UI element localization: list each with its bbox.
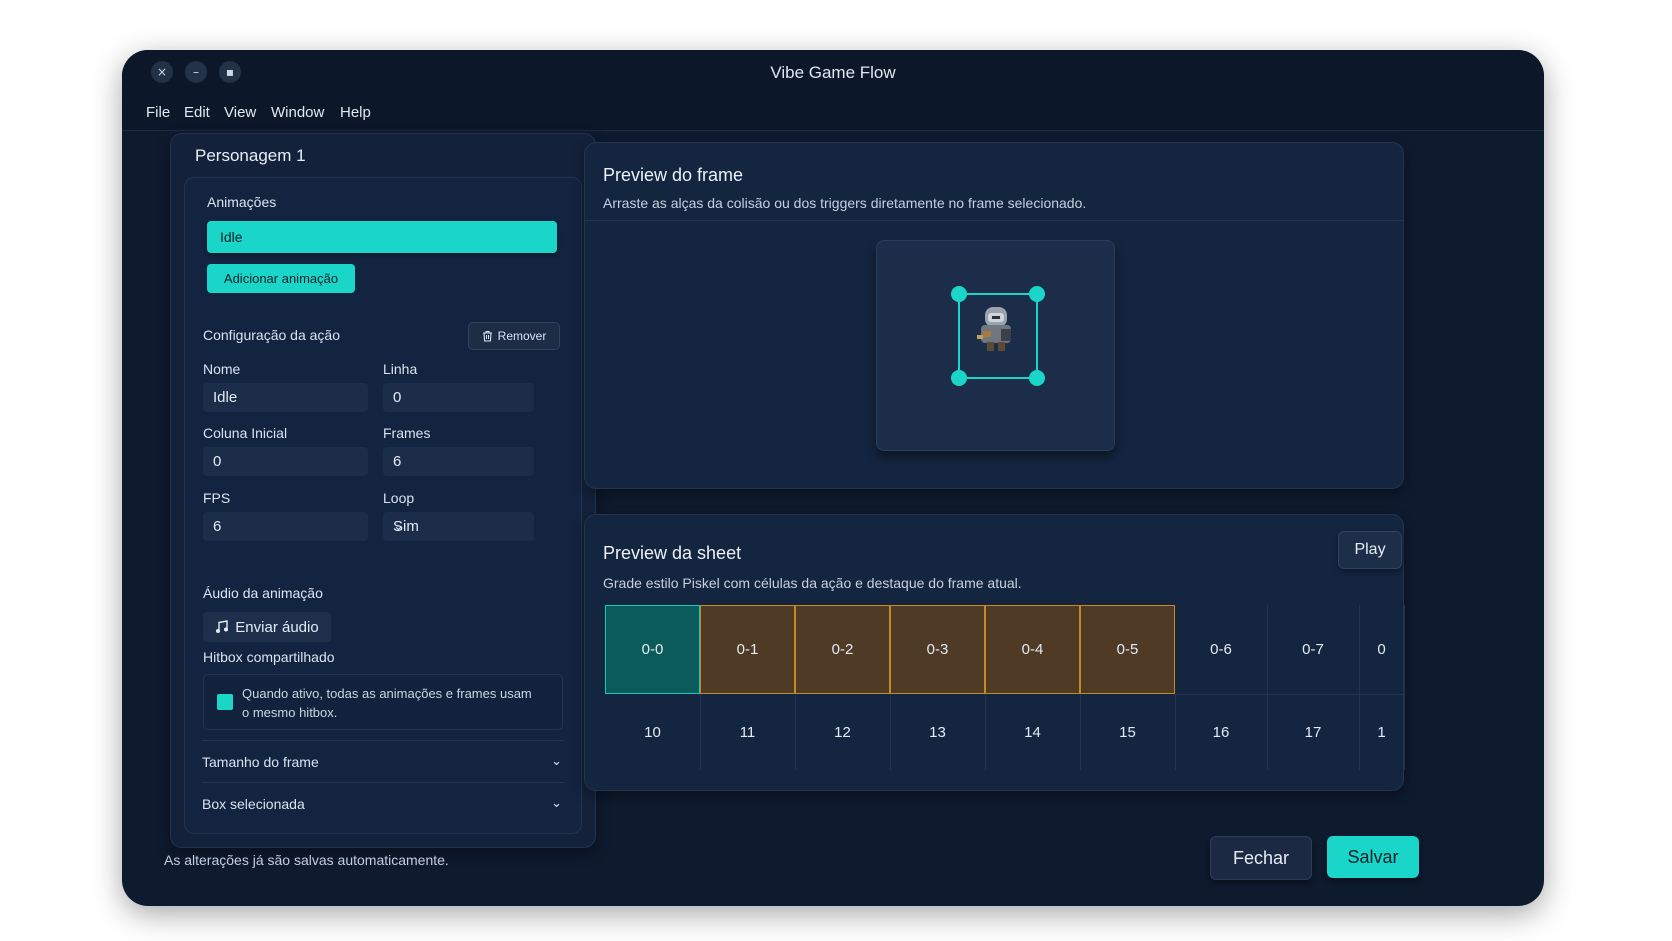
frame-preview-title: Preview do frame xyxy=(603,165,744,185)
row-field[interactable]: 0 xyxy=(383,383,534,412)
sheet-cell[interactable]: 0-2 xyxy=(795,605,890,694)
hitbox-label: Hitbox compartilhado xyxy=(203,649,335,665)
hitbox-handle-br[interactable] xyxy=(1029,370,1045,386)
music-note-icon xyxy=(216,620,229,633)
hitbox-handle-tl[interactable] xyxy=(951,286,967,302)
upload-audio-button[interactable]: Enviar áudio xyxy=(203,612,331,642)
shared-hitbox-checkbox[interactable] xyxy=(217,694,233,710)
upload-audio-label: Enviar áudio xyxy=(235,618,319,636)
accordion-frame-size-label: Tamanho do frame xyxy=(202,754,319,770)
sheet-cell[interactable]: 16 xyxy=(1175,694,1268,770)
sheet-cell[interactable]: 1 xyxy=(1359,694,1405,770)
fps-label: FPS xyxy=(203,490,231,506)
menu-bar: File Edit View Window Help xyxy=(122,94,1544,131)
name-value: Idle xyxy=(213,389,238,406)
sheet-cell[interactable]: 0-0 xyxy=(605,605,700,694)
accordion-frame-size[interactable]: Tamanho do frame ⌄ xyxy=(202,740,564,783)
name-label: Nome xyxy=(203,361,241,377)
autosave-status: As alterações já são salvas automaticame… xyxy=(164,852,449,868)
sheet-cell[interactable]: 12 xyxy=(795,694,891,770)
frame-canvas[interactable] xyxy=(876,240,1115,451)
audio-label: Áudio da animação xyxy=(203,585,323,601)
frames-value: 6 xyxy=(393,453,402,470)
chevron-down-icon: ⌄ xyxy=(551,753,562,768)
accordion-selected-box-label: Box selecionada xyxy=(202,796,305,812)
menu-view[interactable]: View xyxy=(224,104,256,121)
character-title: Personagem 1 xyxy=(195,146,306,165)
sheet-cell[interactable]: 11 xyxy=(700,694,796,770)
fps-value: 6 xyxy=(213,518,222,535)
row-label: Linha xyxy=(383,361,418,377)
sheet-cell[interactable]: 15 xyxy=(1080,694,1176,770)
menu-edit[interactable]: Edit xyxy=(184,104,210,121)
loop-select[interactable]: Sim ⌄ xyxy=(383,512,534,541)
sheet-cell[interactable]: 0-4 xyxy=(985,605,1080,694)
sheet-cell[interactable]: 0-7 xyxy=(1267,605,1360,695)
menu-help[interactable]: Help xyxy=(340,104,371,121)
hitbox-description: Quando ativo, todas as animações e frame… xyxy=(242,686,532,720)
play-button[interactable]: Play xyxy=(1338,531,1402,569)
frame-preview-header: Preview do frame Arraste as alças da col… xyxy=(585,143,1403,221)
menu-file[interactable]: File xyxy=(146,104,170,121)
close-button[interactable]: Fechar xyxy=(1210,836,1312,880)
animation-item-idle[interactable]: Idle xyxy=(207,221,557,253)
sheet-preview-panel: Preview da sheet Grade estilo Piskel com… xyxy=(584,514,1405,791)
remove-label: Remover xyxy=(497,329,547,343)
sheet-cell[interactable]: 13 xyxy=(890,694,986,770)
sheet-preview-subtitle: Grade estilo Piskel com células da ação … xyxy=(603,575,1022,591)
accordion-selected-box[interactable]: Box selecionada ⌄ xyxy=(202,782,564,825)
name-field[interactable]: Idle xyxy=(203,383,368,412)
sheet-grid: 0-0 0-1 0-2 0-3 0-4 0-5 0-6 0-7 0 10 11 12 13 14 15 16 1… xyxy=(605,605,1405,770)
menu-window[interactable]: Window xyxy=(271,104,324,121)
chevron-down-icon: ⌄ xyxy=(393,518,404,533)
titlebar: × – ▪ Vibe Game Flow xyxy=(122,50,1544,94)
character-panel: Personagem 1 Animações Idle Adicionar an… xyxy=(170,133,596,848)
animations-label: Animações xyxy=(207,194,277,210)
sheet-cell[interactable]: 0 xyxy=(1359,605,1405,695)
hitbox-handle-tr[interactable] xyxy=(1029,286,1045,302)
add-animation-button[interactable]: Adicionar animação xyxy=(207,264,355,293)
character-settings: Animações Idle Adicionar animação Config… xyxy=(184,177,582,834)
sheet-cell[interactable]: 10 xyxy=(605,694,701,770)
loop-label: Loop xyxy=(383,490,415,506)
chevron-down-icon: ⌄ xyxy=(551,795,562,810)
sheet-preview-title: Preview da sheet xyxy=(603,543,742,563)
frames-label: Frames xyxy=(383,425,431,441)
app-window: × – ▪ Vibe Game Flow File Edit View Wind… xyxy=(122,50,1544,906)
hitbox-handle-bl[interactable] xyxy=(951,370,967,386)
window-title: Vibe Game Flow xyxy=(770,63,896,82)
start-column-label: Coluna Inicial xyxy=(203,425,288,441)
remove-button[interactable]: Remover xyxy=(468,322,560,350)
sheet-cell[interactable]: 0-1 xyxy=(700,605,795,694)
trash-icon xyxy=(482,330,492,342)
sheet-cell[interactable]: 0-5 xyxy=(1080,605,1175,694)
frame-preview-subtitle: Arraste as alças da colisão ou dos trigg… xyxy=(603,195,1087,211)
sheet-cell[interactable]: 14 xyxy=(985,694,1081,770)
save-button[interactable]: Salvar xyxy=(1327,836,1419,878)
sprite-with-hitbox xyxy=(951,286,1045,386)
frames-field[interactable]: 6 xyxy=(383,447,534,476)
action-config-label: Configuração da ação xyxy=(203,327,340,343)
hitbox-option: Quando ativo, todas as animações e frame… xyxy=(203,674,563,730)
sheet-cell[interactable]: 0-3 xyxy=(890,605,985,694)
knight-sprite-icon xyxy=(977,307,1011,351)
animation-item-label: Idle xyxy=(220,229,243,245)
sheet-cell[interactable]: 0-6 xyxy=(1175,605,1268,695)
start-column-field[interactable]: 0 xyxy=(203,447,368,476)
fps-field[interactable]: 6 xyxy=(203,512,368,541)
sheet-cell[interactable]: 17 xyxy=(1267,694,1360,770)
start-column-value: 0 xyxy=(213,453,222,470)
frame-preview-panel: Preview do frame Arraste as alças da col… xyxy=(584,142,1404,489)
row-value: 0 xyxy=(393,389,402,406)
